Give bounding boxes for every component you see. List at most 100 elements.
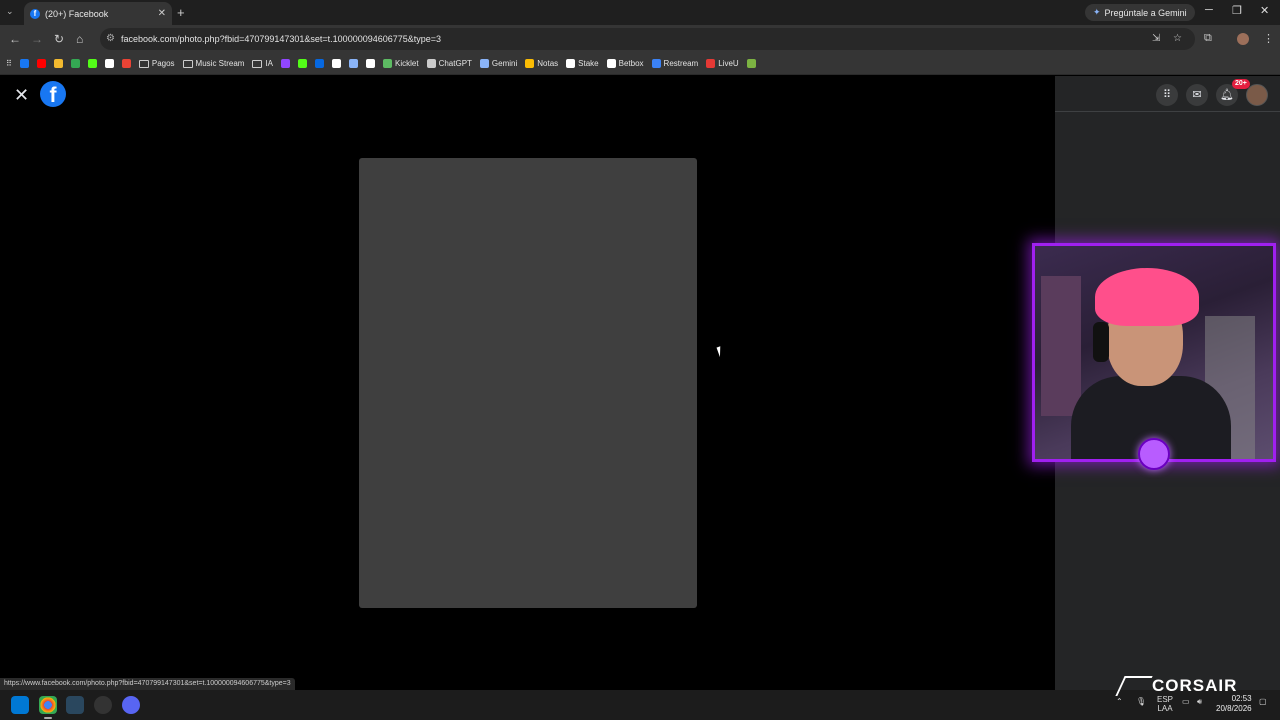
- menu-kebab-icon[interactable]: ⋮: [1263, 32, 1274, 45]
- bookmark-label: Notas: [537, 59, 559, 68]
- bookmark-item[interactable]: IA: [252, 59, 273, 68]
- webcam-person-hair: [1095, 268, 1199, 326]
- bookmark-item[interactable]: [121, 59, 131, 68]
- photo-viewer: ✕ f: [0, 76, 1055, 690]
- notification-center-icon[interactable]: ▢: [1259, 697, 1267, 706]
- close-viewer-icon[interactable]: ✕: [14, 85, 29, 106]
- bookmark-item[interactable]: Notas: [525, 59, 558, 68]
- windows-start-icon[interactable]: [11, 696, 29, 714]
- bookmark-item[interactable]: [104, 59, 114, 68]
- bookmark-favicon-icon: [606, 59, 616, 68]
- bookmark-item[interactable]: ChatGPT: [426, 59, 472, 68]
- ask-gemini-button[interactable]: ✦ Pregúntale a Gemini: [1085, 4, 1195, 21]
- bookmark-favicon-icon: [104, 59, 114, 68]
- bookmark-favicon-icon: [70, 59, 80, 68]
- account-avatar[interactable]: [1246, 84, 1268, 106]
- bookmark-item[interactable]: [53, 59, 63, 68]
- discord-taskbar-icon[interactable]: [122, 696, 140, 714]
- gemini-sparkle-icon: ✦: [1093, 7, 1101, 17]
- new-tab-button[interactable]: +: [177, 5, 185, 20]
- settings-taskbar-icon[interactable]: [94, 696, 112, 714]
- webcam-headset: [1093, 322, 1109, 362]
- streamer-webcam-overlay: [1032, 243, 1276, 462]
- bookmark-item[interactable]: [332, 59, 342, 68]
- bookmark-item[interactable]: [366, 59, 376, 68]
- bookmark-label: Betbox: [618, 59, 644, 68]
- volume-icon[interactable]: 🔊︎: [1197, 697, 1202, 707]
- extensions-icon[interactable]: ⧉: [1204, 32, 1212, 45]
- bookmark-favicon-icon: [706, 59, 716, 68]
- folder-icon: [138, 59, 149, 68]
- bookmark-item[interactable]: Pagos: [138, 59, 175, 68]
- bookmark-favicon-icon: [651, 59, 661, 68]
- apps-grid-icon[interactable]: ⠿: [6, 59, 12, 68]
- language-indicator[interactable]: ESP LAA: [1157, 695, 1173, 713]
- bookmark-item[interactable]: [70, 59, 80, 68]
- bookmark-favicon-icon: [281, 59, 291, 68]
- close-tab-icon[interactable]: ✕: [158, 8, 166, 19]
- bookmark-item[interactable]: Restream: [651, 59, 699, 68]
- steam-taskbar-icon[interactable]: [66, 696, 84, 714]
- bookmark-favicon-icon: [566, 59, 576, 68]
- corsair-watermark: CORSAIR: [1115, 676, 1238, 696]
- bookmark-item[interactable]: [281, 59, 291, 68]
- bookmark-star-icon[interactable]: ☆: [1173, 28, 1182, 50]
- corsair-text: CORSAIR: [1152, 676, 1238, 695]
- tab-facebook[interactable]: f (20+) Facebook ✕: [24, 2, 172, 25]
- home-icon[interactable]: ⌂: [76, 32, 83, 46]
- folder-icon: [252, 59, 263, 68]
- minimize-icon[interactable]: ─: [1205, 4, 1213, 16]
- install-app-icon[interactable]: ⇲: [1152, 28, 1160, 50]
- bookmark-item[interactable]: Stake: [566, 59, 599, 68]
- bookmark-item[interactable]: [36, 59, 46, 68]
- back-icon[interactable]: ←: [9, 32, 21, 46]
- bookmark-item[interactable]: [315, 59, 325, 68]
- clock-time: 02:53: [1231, 694, 1252, 703]
- reload-icon[interactable]: ↻: [54, 32, 64, 46]
- tab-title: (20+) Facebook: [45, 8, 109, 19]
- network-icon[interactable]: ▭: [1182, 697, 1190, 706]
- menu-grid-icon[interactable]: ⠿: [1156, 84, 1178, 106]
- bookmark-item[interactable]: Music Stream: [182, 59, 244, 68]
- bookmark-favicon-icon: [746, 59, 756, 68]
- bookmark-label: Pagos: [151, 59, 175, 68]
- clock-date: 20/8/2026: [1216, 704, 1252, 713]
- bookmark-favicon-icon: [383, 59, 393, 68]
- bookmark-label: Restream: [663, 59, 699, 68]
- bookmark-item[interactable]: [19, 59, 29, 68]
- bookmark-item[interactable]: Kicklet: [383, 59, 419, 68]
- bookmarks-bar: ⠿ Pagos Music Stream IA Kicklet ChatGPT Gemin…: [0, 53, 1280, 75]
- bookmark-item[interactable]: Gemini: [479, 59, 517, 68]
- browser-tab-strip: ⌄ f (20+) Facebook ✕ + ✦ Pregúntale a Ge…: [0, 0, 1280, 25]
- corsair-sails-icon: [1115, 676, 1153, 696]
- bookmark-item[interactable]: [87, 59, 97, 68]
- bookmark-item[interactable]: [746, 59, 756, 68]
- profile-avatar-icon[interactable]: [1237, 33, 1249, 45]
- bookmark-label: IA: [265, 59, 274, 68]
- restore-icon[interactable]: ❐: [1232, 4, 1242, 17]
- bookmark-label: LiveU: [718, 59, 739, 68]
- address-bar[interactable]: ⚙ facebook.com/photo.php?fbid=4707991473…: [100, 28, 1195, 50]
- chrome-taskbar-icon[interactable]: [39, 696, 57, 714]
- facebook-favicon-icon: f: [30, 8, 40, 19]
- bookmark-item[interactable]: LiveU: [706, 59, 739, 68]
- bookmark-item[interactable]: [298, 59, 308, 68]
- bookmark-item[interactable]: [349, 59, 359, 68]
- bookmark-label: Stake: [578, 59, 599, 68]
- close-window-icon[interactable]: ✕: [1260, 4, 1269, 17]
- messenger-icon[interactable]: ✉: [1186, 84, 1208, 106]
- language-bottom: LAA: [1157, 704, 1173, 713]
- forward-icon[interactable]: →: [31, 32, 43, 46]
- microphone-icon[interactable]: 🎙︎: [1136, 697, 1146, 706]
- bookmark-item[interactable]: Betbox: [606, 59, 644, 68]
- windows-taskbar: [0, 690, 1280, 720]
- bookmark-label: ChatGPT: [438, 59, 472, 68]
- tray-chevron-icon[interactable]: ⌃: [1116, 697, 1123, 706]
- facebook-logo[interactable]: f: [40, 81, 66, 107]
- ask-gemini-label: Pregúntale a Gemini: [1104, 7, 1187, 18]
- site-info-icon[interactable]: ⚙: [106, 28, 115, 50]
- browser-toolbar: ← → ↻ ⌂ ⚙ facebook.com/photo.php?fbid=47…: [0, 25, 1280, 53]
- photo-loading-placeholder: [359, 158, 697, 608]
- system-clock[interactable]: 02:53 20/8/2026: [1216, 694, 1252, 714]
- tab-search-chevron-icon[interactable]: ⌄: [6, 6, 14, 17]
